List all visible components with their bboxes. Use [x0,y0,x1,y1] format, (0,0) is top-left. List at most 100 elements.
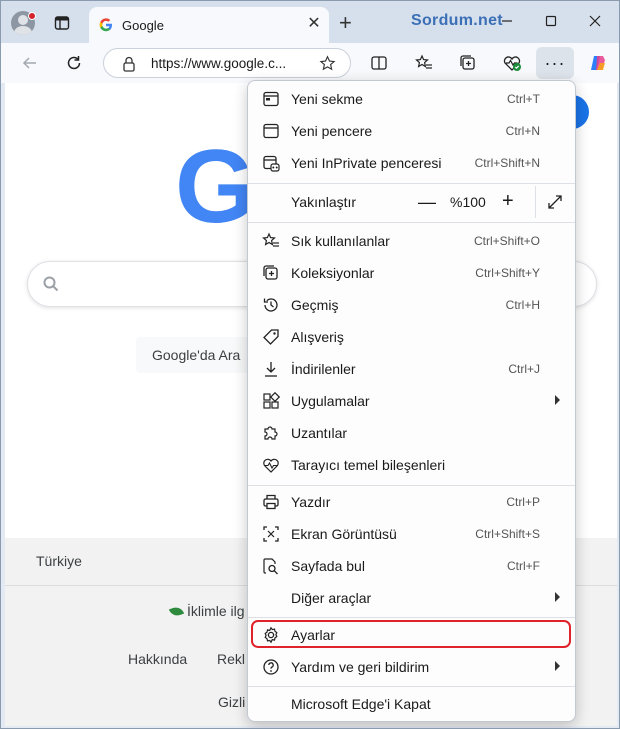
title-bar: Google ✕ + Sordum.net [1,1,619,43]
menu-item-browser-essentials[interactable]: Tarayıcı temel bileşenleri [250,449,573,481]
menu-label: Microsoft Edge'i Kapat [291,696,431,712]
menu-item-new-tab[interactable]: Yeni sekme Ctrl+T [250,83,573,115]
menu-shortcut: Ctrl+H [505,298,540,312]
zoom-in-button[interactable]: + [502,190,514,213]
menu-divider [248,222,575,223]
menu-item-more-tools[interactable]: Diğer araçlar [250,582,573,614]
menu-label: Geçmiş [291,297,339,313]
sordum-watermark: Sordum.net [411,12,503,29]
menu-item-new-inprivate-window[interactable]: Yeni InPrivate penceresi Ctrl+Shift+N [250,147,573,179]
new-tab-button[interactable]: + [339,12,352,34]
menu-label: Yardım ve geri bildirim [291,659,430,675]
lock-icon[interactable] [122,56,136,72]
submenu-arrow-icon [555,592,560,602]
tab-google[interactable]: Google ✕ [89,7,329,43]
menu-shortcut: Ctrl+F [507,559,540,573]
menu-item-screenshot[interactable]: Ekran Görüntüsü Ctrl+Shift+S [250,518,573,550]
browser-essentials-icon[interactable] [500,51,524,75]
menu-label: Yeni pencere [291,123,373,139]
menu-item-apps[interactable]: Uygulamalar [250,385,573,417]
menu-item-settings[interactable]: Ayarlar [250,619,573,651]
close-tab-icon[interactable]: ✕ [305,15,323,33]
menu-item-extensions[interactable]: Uzantılar [250,417,573,449]
url-text: https://www.google.c... [151,56,287,71]
maximize-icon[interactable] [541,11,561,31]
menu-divider [248,686,575,687]
climate-text: İklimle ilg [187,603,245,619]
country-label: Türkiye [36,553,82,569]
zoom-level: %100 [450,194,486,210]
menu-item-print[interactable]: Yazdır Ctrl+P [250,486,573,518]
menu-label: Ayarlar [291,627,336,643]
tab-title: Google [122,18,164,33]
copilot-icon[interactable] [586,51,610,75]
menu-item-help-feedback[interactable]: Yardım ve geri bildirim [250,651,573,683]
menu-label: Tarayıcı temel bileşenleri [291,457,446,473]
favorites-icon[interactable] [412,51,436,75]
menu-item-downloads[interactable]: İndirilenler Ctrl+J [250,353,573,385]
google-logo: G [175,129,256,245]
leaf-icon [168,604,185,618]
menu-shortcut: Ctrl+Shift+O [473,234,540,248]
inprivate-window-icon [263,155,280,172]
fullscreen-icon[interactable] [546,193,564,211]
menu-shortcut: Ctrl+Shift+Y [475,266,540,280]
find-on-page-icon [263,558,278,575]
menu-divider [248,183,575,184]
footer-link-ads[interactable]: Rekl [217,651,245,667]
collections-icon [263,265,278,280]
history-icon [263,298,278,312]
back-arrow-icon[interactable] [18,51,42,75]
menu-shortcut: Ctrl+J [508,362,540,376]
google-favicon-icon [99,18,112,32]
menu-shortcut: Ctrl+P [506,495,540,509]
footer-link-privacy[interactable]: Gizli [218,694,245,710]
google-search-button[interactable]: Google'da Ara [136,337,256,373]
menu-label: Sayfada bul [291,558,365,574]
menu-item-collections[interactable]: Koleksiyonlar Ctrl+Shift+Y [250,257,573,289]
menu-item-close-edge[interactable]: Microsoft Edge'i Kapat [250,688,573,720]
zoom-divider [535,186,536,218]
split-screen-icon[interactable] [367,51,391,75]
help-question-icon [263,659,279,675]
menu-label: Uzantılar [291,425,348,441]
menu-item-history[interactable]: Geçmiş Ctrl+H [250,289,573,321]
browser-window: Google ✕ + Sordum.net https://www.google… [0,0,620,729]
menu-item-favorites[interactable]: Sık kullanılanlar Ctrl+Shift+O [250,225,573,257]
minimize-icon[interactable] [497,11,517,31]
heart-pulse-icon [263,458,279,473]
new-window-icon [263,123,279,139]
submenu-arrow-icon [555,661,560,671]
favorites-icon [262,232,279,247]
search-icon [43,276,59,292]
new-tab-icon [263,91,279,107]
menu-item-shopping[interactable]: Alışveriş [250,321,573,353]
close-window-icon[interactable] [585,11,605,31]
climate-link[interactable]: İklimle ilg [168,603,245,619]
refresh-icon[interactable] [62,51,86,75]
menu-label: Koleksiyonlar [291,265,375,281]
favorite-star-icon[interactable] [319,55,336,72]
download-icon [265,362,277,377]
menu-shortcut: Ctrl+N [505,124,540,138]
menu-label: İndirilenler [291,361,356,377]
menu-label: Yeni sekme [291,91,363,107]
menu-item-new-window[interactable]: Yeni pencere Ctrl+N [250,115,573,147]
collections-icon[interactable] [456,51,480,75]
more-dots-icon: ··· [544,52,566,73]
settings-more-button[interactable]: ··· [536,47,574,79]
tab-actions-icon[interactable] [50,11,74,35]
menu-label: Uygulamalar [291,393,370,409]
menu-divider [248,617,575,618]
address-bar[interactable]: https://www.google.c... [103,48,351,78]
menu-label: Yakınlaştır [291,194,357,210]
extensions-puzzle-icon [264,426,278,440]
menu-item-find-on-page[interactable]: Sayfada bul Ctrl+F [250,550,573,582]
footer-link-about[interactable]: Hakkında [128,651,187,667]
menu-label: Sık kullanılanlar [291,233,390,249]
apps-icon [263,392,280,409]
profile-notification-dot [28,12,36,20]
address-toolbar: https://www.google.c... ··· [1,43,619,83]
menu-shortcut: Ctrl+Shift+S [475,527,540,541]
zoom-out-button[interactable]: — [418,192,436,213]
